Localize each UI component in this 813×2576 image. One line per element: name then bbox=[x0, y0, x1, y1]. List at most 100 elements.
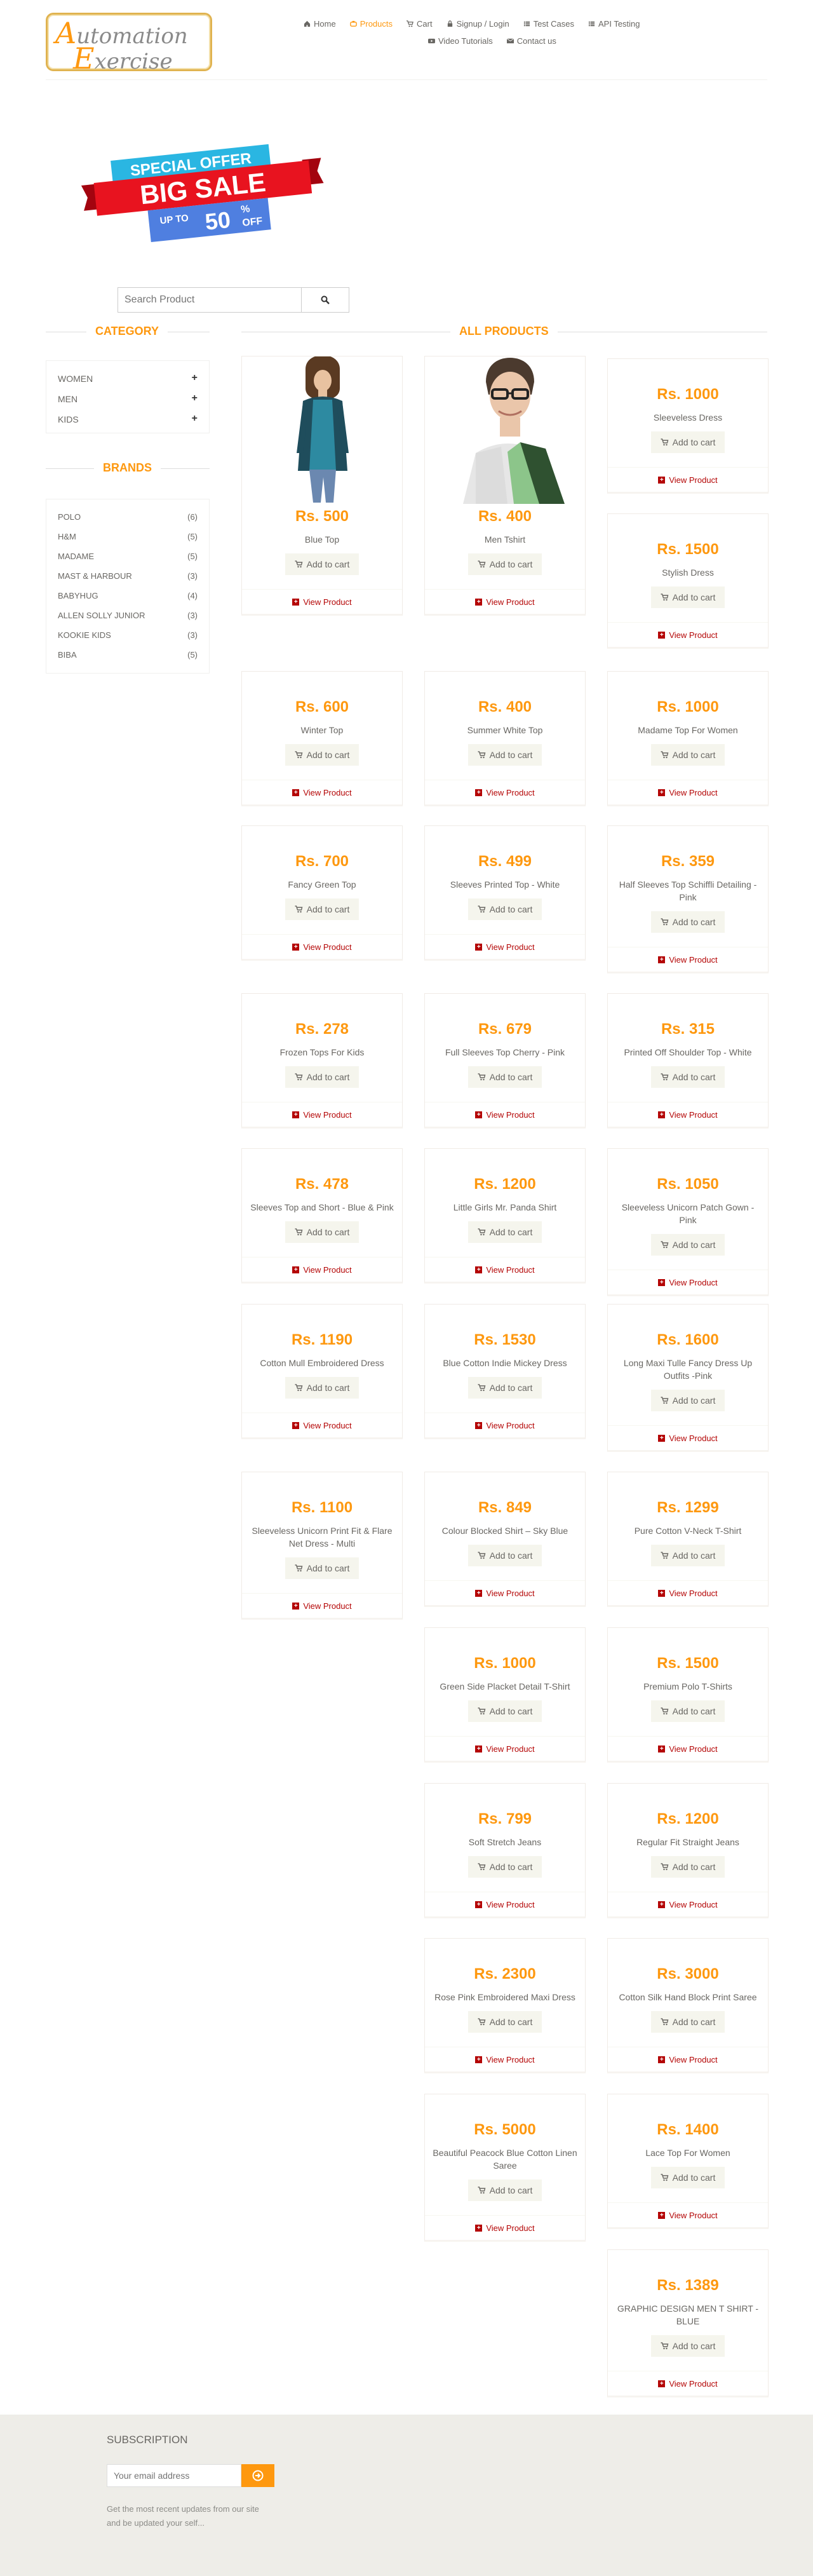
view-product-link[interactable]: + View Product bbox=[425, 1581, 585, 1605]
view-product-link[interactable]: + View Product bbox=[608, 2203, 768, 2227]
add-to-cart-button[interactable]: Add to cart bbox=[285, 1557, 359, 1579]
site-logo[interactable]: Automation Exercise bbox=[46, 13, 212, 73]
view-product-label: View Product bbox=[486, 2223, 535, 2233]
view-product-label: View Product bbox=[669, 1277, 718, 1287]
view-product-link[interactable]: + View Product bbox=[608, 468, 768, 492]
add-to-cart-button[interactable]: Add to cart bbox=[650, 744, 725, 766]
view-product-link[interactable]: + View Product bbox=[425, 1102, 585, 1127]
add-to-cart-button[interactable]: Add to cart bbox=[467, 744, 542, 766]
view-product-link[interactable]: + View Product bbox=[608, 780, 768, 804]
category-item-men[interactable]: Men + bbox=[58, 389, 198, 409]
add-to-cart-button[interactable]: Add to cart bbox=[285, 1066, 359, 1088]
add-to-cart-button[interactable]: Add to cart bbox=[650, 2011, 725, 2033]
view-product-link[interactable]: + View Product bbox=[242, 1102, 402, 1127]
brand-item[interactable]: BABYHUG (4) bbox=[58, 586, 198, 606]
view-product-link[interactable]: + View Product bbox=[425, 590, 585, 614]
add-to-cart-button[interactable]: Add to cart bbox=[285, 1221, 359, 1243]
add-to-cart-button[interactable]: Add to cart bbox=[285, 744, 359, 766]
brand-item[interactable]: POLO (6) bbox=[58, 507, 198, 527]
view-product-link[interactable]: + View Product bbox=[608, 1581, 768, 1605]
view-product-link[interactable]: + View Product bbox=[242, 1413, 402, 1437]
add-to-cart-button[interactable]: Add to cart bbox=[285, 1377, 359, 1399]
nav-link-contact-us[interactable]: Contact us bbox=[506, 36, 556, 46]
add-to-cart-button[interactable]: Add to cart bbox=[650, 586, 725, 608]
nav-link-video-tutorials[interactable]: Video Tutorials bbox=[428, 36, 493, 46]
view-product-label: View Product bbox=[669, 1744, 718, 1754]
view-product-link[interactable]: + View Product bbox=[608, 1737, 768, 1761]
add-to-cart-button[interactable]: Add to cart bbox=[467, 553, 542, 575]
nav-link-signup-login[interactable]: Signup / Login bbox=[447, 19, 509, 29]
brand-item[interactable]: KOOKIE KIDS (3) bbox=[58, 625, 198, 645]
plus-square-icon: + bbox=[292, 1111, 300, 1118]
cart-icon bbox=[478, 751, 486, 759]
add-to-cart-button[interactable]: Add to cart bbox=[650, 911, 725, 933]
view-product-link[interactable]: + View Product bbox=[608, 947, 768, 972]
add-to-cart-button[interactable]: Add to cart bbox=[650, 2167, 725, 2188]
view-product-link[interactable]: + View Product bbox=[425, 935, 585, 959]
view-product-link[interactable]: + View Product bbox=[608, 623, 768, 647]
subscribe-email-input[interactable] bbox=[107, 2464, 241, 2487]
view-product-link[interactable]: + View Product bbox=[608, 2047, 768, 2071]
brand-item[interactable]: MADAME (5) bbox=[58, 546, 198, 566]
list-icon bbox=[523, 21, 530, 27]
brand-name: POLO bbox=[58, 512, 81, 522]
add-to-cart-button[interactable]: Add to cart bbox=[285, 898, 359, 920]
nav-link-test-cases[interactable]: Test Cases bbox=[523, 19, 574, 29]
add-to-cart-button[interactable]: Add to cart bbox=[650, 2335, 725, 2357]
add-to-cart-label: Add to cart bbox=[489, 1550, 533, 1561]
search-input[interactable] bbox=[118, 287, 302, 313]
nav-link-api-testing[interactable]: API Testing bbox=[588, 19, 640, 29]
add-to-cart-button[interactable]: Add to cart bbox=[650, 1066, 725, 1088]
view-product-link[interactable]: + View Product bbox=[608, 2371, 768, 2396]
product-card: Rs. 5000 Beautiful Peacock Blue Cotton Li… bbox=[424, 2094, 586, 2242]
view-product-link[interactable]: + View Product bbox=[608, 1426, 768, 1450]
add-to-cart-button[interactable]: Add to cart bbox=[650, 1545, 725, 1566]
add-to-cart-button[interactable]: Add to cart bbox=[467, 1221, 542, 1243]
brand-item[interactable]: H&M (5) bbox=[58, 527, 198, 546]
nav-link-home[interactable]: Home bbox=[304, 19, 336, 29]
add-to-cart-button[interactable]: Add to cart bbox=[467, 1066, 542, 1088]
brand-item[interactable]: BIBA (5) bbox=[58, 645, 198, 665]
view-product-link[interactable]: + View Product bbox=[425, 1413, 585, 1437]
view-product-link[interactable]: + View Product bbox=[425, 1737, 585, 1761]
view-product-link[interactable]: + View Product bbox=[608, 1270, 768, 1294]
view-product-link[interactable]: + View Product bbox=[608, 1892, 768, 1916]
view-product-link[interactable]: + View Product bbox=[242, 1594, 402, 1618]
add-to-cart-button[interactable]: Add to cart bbox=[467, 1856, 542, 1878]
add-to-cart-button[interactable]: Add to cart bbox=[467, 1377, 542, 1399]
add-to-cart-button[interactable]: Add to cart bbox=[285, 553, 359, 575]
view-product-link[interactable]: + View Product bbox=[242, 1257, 402, 1282]
view-product-link[interactable]: + View Product bbox=[242, 935, 402, 959]
view-product-link[interactable]: + View Product bbox=[425, 1892, 585, 1916]
add-to-cart-button[interactable]: Add to cart bbox=[650, 1234, 725, 1256]
add-to-cart-button[interactable]: Add to cart bbox=[467, 2011, 542, 2033]
subscribe-button[interactable] bbox=[241, 2464, 274, 2487]
add-to-cart-label: Add to cart bbox=[672, 1862, 716, 1872]
add-to-cart-button[interactable]: Add to cart bbox=[650, 431, 725, 453]
nav-link-cart[interactable]: Cart bbox=[406, 19, 433, 29]
view-product-link[interactable]: + View Product bbox=[425, 780, 585, 804]
view-product-link[interactable]: + View Product bbox=[242, 590, 402, 614]
add-to-cart-button[interactable]: Add to cart bbox=[650, 1390, 725, 1411]
nav-link-products[interactable]: Products bbox=[349, 19, 393, 29]
view-product-link[interactable]: + View Product bbox=[608, 1102, 768, 1127]
add-to-cart-button[interactable]: Add to cart bbox=[467, 1700, 542, 1722]
brand-item[interactable]: ALLEN SOLLY JUNIOR (3) bbox=[58, 606, 198, 625]
add-to-cart-button[interactable]: Add to cart bbox=[467, 898, 542, 920]
view-product-link[interactable]: + View Product bbox=[242, 780, 402, 804]
category-item-kids[interactable]: Kids + bbox=[58, 409, 198, 430]
add-to-cart-button[interactable]: Add to cart bbox=[650, 1856, 725, 1878]
category-item-women[interactable]: Women + bbox=[58, 369, 198, 389]
add-to-cart-button[interactable]: Add to cart bbox=[467, 2179, 542, 2201]
search-button[interactable] bbox=[302, 287, 349, 313]
plus-square-icon: + bbox=[292, 789, 300, 796]
view-product-link[interactable]: + View Product bbox=[425, 2047, 585, 2071]
view-product-link[interactable]: + View Product bbox=[425, 2216, 585, 2240]
add-to-cart-button[interactable]: Add to cart bbox=[650, 1700, 725, 1722]
brand-item[interactable]: MAST & HARBOUR (3) bbox=[58, 566, 198, 586]
view-product-link[interactable]: + View Product bbox=[425, 1257, 585, 1282]
add-to-cart-button[interactable]: Add to cart bbox=[467, 1545, 542, 1566]
product-card: Rs. 1200 Regular Fit Straight Jeans Add to… bbox=[607, 1783, 769, 1918]
add-to-cart-label: Add to cart bbox=[672, 1706, 716, 1716]
product-price: Rs. 3000 bbox=[657, 1965, 719, 1983]
